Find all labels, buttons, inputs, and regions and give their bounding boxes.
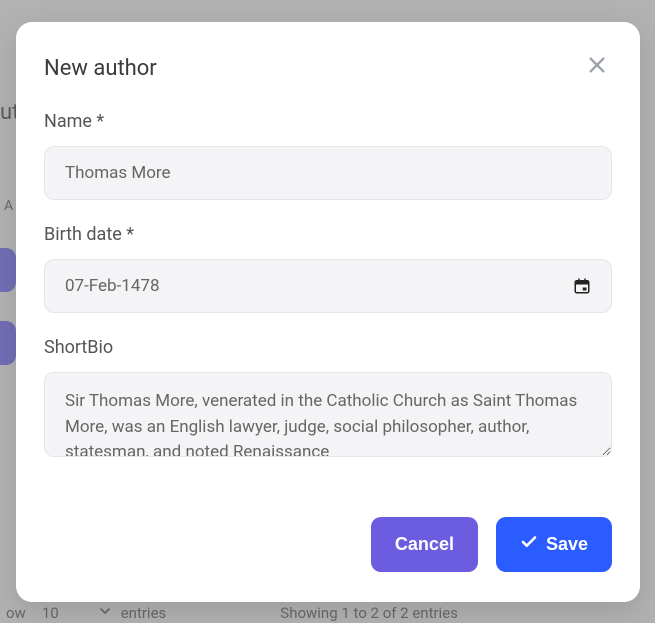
cancel-button-label: Cancel [395,534,454,555]
close-icon [586,64,608,79]
cancel-button[interactable]: Cancel [371,517,478,572]
shortbio-field: ShortBio [44,337,612,461]
name-input[interactable] [44,146,612,200]
save-button-label: Save [546,534,588,555]
new-author-modal: New author Name * Birth date * 07-Feb-14… [16,22,640,602]
close-button[interactable] [582,50,612,80]
name-field: Name * [44,111,612,200]
save-button[interactable]: Save [496,517,612,572]
modal-title: New author [44,50,157,81]
birthdate-label: Birth date * [44,224,612,245]
shortbio-label: ShortBio [44,337,612,358]
modal-footer: Cancel Save [44,517,612,572]
shortbio-textarea[interactable] [44,372,612,457]
birthdate-input[interactable]: 07-Feb-1478 [44,259,612,313]
birthdate-field: Birth date * 07-Feb-1478 [44,224,612,313]
name-label: Name * [44,111,612,132]
modal-header: New author [44,50,612,81]
calendar-icon [573,277,591,295]
birthdate-value: 07-Feb-1478 [65,276,160,296]
check-icon [520,533,538,556]
